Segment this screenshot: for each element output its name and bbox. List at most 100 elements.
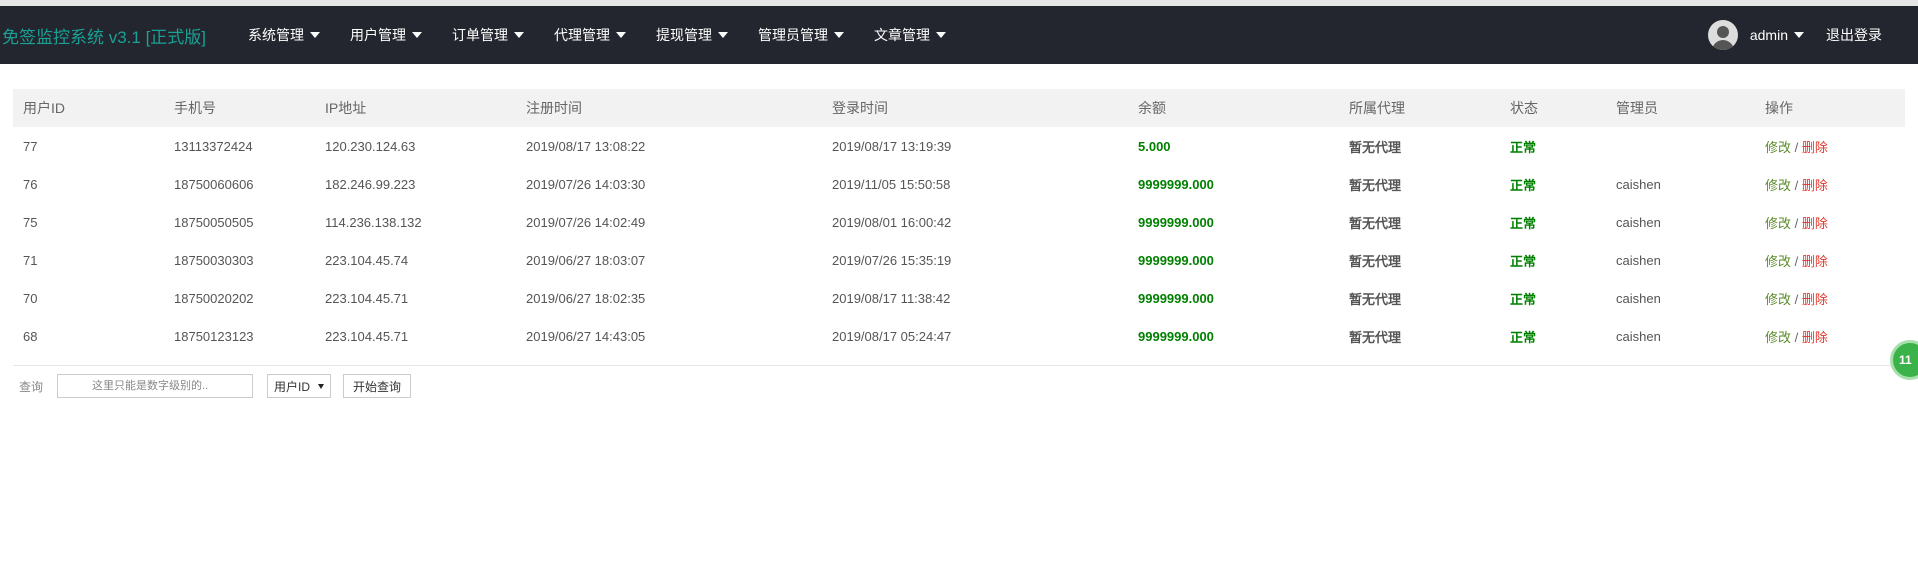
nav-label: 代理管理 xyxy=(554,27,611,43)
cell-ip: 182.246.99.223 xyxy=(325,176,416,192)
col-balance: 余额 xyxy=(1138,100,1166,116)
col-user-id: 用户ID xyxy=(23,100,65,116)
cell-user-id: 77 xyxy=(23,138,38,154)
cell-ip: 223.104.45.71 xyxy=(325,290,409,306)
floating-ball[interactable]: 11 xyxy=(1890,340,1918,380)
cell-login-time: 2019/07/26 15:35:19 xyxy=(832,252,952,268)
edit-link[interactable]: 修改 xyxy=(1765,140,1791,155)
cell-login-time: 2019/08/17 11:38:42 xyxy=(832,290,951,306)
edit-link[interactable]: 修改 xyxy=(1765,254,1791,269)
cell-balance: 9999999.000 xyxy=(1138,176,1214,192)
nav-label: 文章管理 xyxy=(874,27,931,43)
table-row: 70 18750020202 223.104.45.71 2019/06/27 … xyxy=(13,279,1905,317)
nav-label: 用户管理 xyxy=(350,27,407,43)
table-row: 76 18750060606 182.246.99.223 2019/07/26… xyxy=(13,165,1905,203)
cell-status: 正常 xyxy=(1510,177,1537,193)
cell-balance: 9999999.000 xyxy=(1138,252,1214,268)
delete-link[interactable]: 删除 xyxy=(1802,254,1828,269)
navbar-right: admin 退出登录 xyxy=(1707,6,1882,64)
user-menu[interactable]: admin xyxy=(1750,27,1804,43)
col-login-time: 登录时间 xyxy=(832,100,888,116)
nav-label: 提现管理 xyxy=(656,27,713,43)
nav-admins[interactable]: 管理员管理 xyxy=(758,25,845,45)
cell-ip: 223.104.45.71 xyxy=(325,328,409,344)
logout-link[interactable]: 退出登录 xyxy=(1826,25,1882,45)
app-brand[interactable]: 免签监控系统 v3.1 [正式版] xyxy=(2,23,206,48)
nav-agents[interactable]: 代理管理 xyxy=(554,25,627,45)
users-table-container: 用户ID 手机号 IP地址 注册时间 登录时间 余额 所属代理 状态 管理员 操… xyxy=(13,89,1905,355)
nav-system[interactable]: 系统管理 xyxy=(248,25,321,45)
col-admin: 管理员 xyxy=(1616,100,1658,116)
cell-balance: 9999999.000 xyxy=(1138,290,1214,306)
action-separator: / xyxy=(1794,329,1799,345)
edit-link[interactable]: 修改 xyxy=(1765,178,1791,193)
cell-actions: 修改 / 删除 xyxy=(1755,203,1905,241)
cell-actions: 修改 / 删除 xyxy=(1755,165,1905,203)
cell-login-time: 2019/08/17 05:24:47 xyxy=(832,328,952,344)
cell-admin: caishen xyxy=(1616,290,1661,306)
nav-label: 管理员管理 xyxy=(758,27,829,43)
cell-actions: 修改 / 删除 xyxy=(1755,279,1905,317)
cell-register-time: 2019/08/17 13:08:22 xyxy=(526,138,646,154)
cell-actions: 修改 / 删除 xyxy=(1755,127,1905,165)
cell-agent: 暂无代理 xyxy=(1349,177,1402,193)
cell-agent: 暂无代理 xyxy=(1349,253,1402,269)
users-table: 用户ID 手机号 IP地址 注册时间 登录时间 余额 所属代理 状态 管理员 操… xyxy=(13,89,1905,355)
cell-status: 正常 xyxy=(1510,253,1537,269)
edit-link[interactable]: 修改 xyxy=(1765,330,1791,345)
cell-balance: 5.000 xyxy=(1138,138,1171,154)
cell-admin xyxy=(1606,127,1755,165)
delete-link[interactable]: 删除 xyxy=(1802,292,1828,307)
table-row: 77 13113372424 120.230.124.63 2019/08/17… xyxy=(13,127,1905,165)
cell-register-time: 2019/06/27 18:02:35 xyxy=(526,290,646,306)
cell-status: 正常 xyxy=(1510,139,1537,155)
delete-link[interactable]: 删除 xyxy=(1802,140,1828,155)
cell-admin: caishen xyxy=(1616,328,1661,344)
table-header-row: 用户ID 手机号 IP地址 注册时间 登录时间 余额 所属代理 状态 管理员 操… xyxy=(13,89,1905,127)
main-nav: 系统管理 用户管理 订单管理 代理管理 提现管理 管理员管理 文章管理 xyxy=(236,25,964,45)
cell-register-time: 2019/06/27 18:03:07 xyxy=(526,252,646,268)
caret-down-icon xyxy=(616,32,627,38)
nav-label: 订单管理 xyxy=(452,27,509,43)
cell-agent: 暂无代理 xyxy=(1349,139,1402,155)
col-phone: 手机号 xyxy=(174,100,216,116)
caret-down-icon xyxy=(718,32,729,38)
edit-link[interactable]: 修改 xyxy=(1765,216,1791,231)
nav-users[interactable]: 用户管理 xyxy=(350,25,423,45)
cell-login-time: 2019/11/05 15:50:58 xyxy=(832,176,951,192)
caret-down-icon xyxy=(412,32,423,38)
cell-status: 正常 xyxy=(1510,291,1537,307)
table-row: 71 18750030303 223.104.45.74 2019/06/27 … xyxy=(13,241,1905,279)
cell-balance: 9999999.000 xyxy=(1138,328,1214,344)
cell-ip: 120.230.124.63 xyxy=(325,138,416,154)
user-avatar-icon[interactable] xyxy=(1707,20,1738,50)
cell-user-id: 76 xyxy=(23,176,38,192)
edit-link[interactable]: 修改 xyxy=(1765,292,1791,307)
cell-admin: caishen xyxy=(1616,176,1661,192)
action-separator: / xyxy=(1794,291,1799,307)
cell-phone: 18750030303 xyxy=(174,252,254,268)
caret-down-icon xyxy=(310,32,321,38)
query-input[interactable] xyxy=(57,374,254,398)
nav-orders[interactable]: 订单管理 xyxy=(452,25,525,45)
col-ip: IP地址 xyxy=(325,100,367,116)
col-agent: 所属代理 xyxy=(1349,100,1405,116)
query-field-select[interactable]: 用户ID xyxy=(267,374,332,398)
cell-balance: 9999999.000 xyxy=(1138,214,1214,230)
delete-link[interactable]: 删除 xyxy=(1802,178,1828,193)
username: admin xyxy=(1749,27,1788,43)
cell-agent: 暂无代理 xyxy=(1349,215,1402,231)
cell-user-id: 75 xyxy=(23,214,38,230)
query-label: 查询 xyxy=(19,379,44,394)
cell-admin: caishen xyxy=(1616,252,1661,268)
delete-link[interactable]: 删除 xyxy=(1802,216,1828,231)
query-bar: 查询 用户ID 开始查询 xyxy=(19,373,412,399)
action-separator: / xyxy=(1794,253,1799,269)
nav-articles[interactable]: 文章管理 xyxy=(874,25,947,45)
table-divider xyxy=(13,365,1905,366)
query-submit-button[interactable]: 开始查询 xyxy=(343,374,412,398)
cell-phone: 18750050505 xyxy=(174,214,254,230)
nav-withdraw[interactable]: 提现管理 xyxy=(656,25,729,45)
cell-actions: 修改 / 删除 xyxy=(1755,241,1905,279)
delete-link[interactable]: 删除 xyxy=(1802,330,1828,345)
